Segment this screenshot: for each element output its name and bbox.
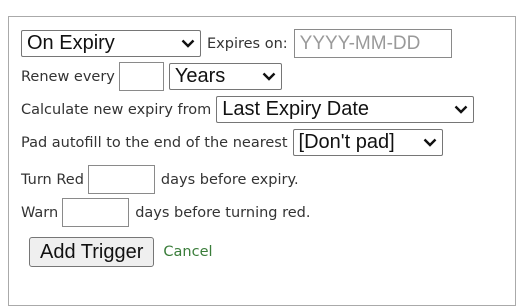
trigger-type-selected: On Expiry — [27, 32, 115, 54]
renew-unit-select[interactable]: Years — [168, 63, 282, 90]
trigger-type-row: On Expiry Expires on: YYYY-MM-DD — [21, 29, 452, 58]
cancel-link[interactable]: Cancel — [163, 244, 212, 260]
chevron-down-icon — [262, 72, 276, 81]
chevron-down-icon — [454, 105, 468, 114]
chevron-down-icon — [181, 39, 195, 48]
calculate-from-row: Calculate new expiry from Last Expiry Da… — [21, 96, 475, 123]
add-trigger-button[interactable]: Add Trigger — [29, 237, 155, 267]
warn-label: Warn — [21, 204, 59, 221]
add-trigger-panel: On Expiry Expires on: YYYY-MM-DD Renew e… — [8, 16, 516, 306]
trigger-type-select[interactable]: On Expiry — [21, 30, 201, 57]
turn-red-suffix: days before expiry. — [160, 171, 299, 188]
warn-suffix: days before turning red. — [135, 204, 311, 221]
renew-every-input[interactable] — [118, 62, 164, 91]
turn-red-input[interactable] — [87, 165, 155, 194]
pad-autofill-select[interactable]: [Don't pad] — [292, 129, 443, 156]
calculate-from-label: Calculate new expiry from — [21, 101, 212, 118]
warn-input[interactable] — [62, 198, 130, 227]
calculate-from-select[interactable]: Last Expiry Date — [216, 96, 475, 123]
pad-autofill-selected: [Don't pad] — [298, 131, 395, 153]
expires-on-input[interactable]: YYYY-MM-DD — [293, 29, 452, 58]
renew-unit-selected: Years — [174, 65, 226, 87]
pad-autofill-label: Pad autofill to the end of the nearest — [21, 134, 288, 151]
renew-every-label: Renew every — [21, 68, 115, 85]
turn-red-row: Turn Red days before expiry. — [21, 165, 299, 194]
warn-row: Warn days before turning red. — [21, 198, 311, 227]
chevron-down-icon — [423, 138, 436, 147]
pad-autofill-row: Pad autofill to the end of the nearest [… — [21, 129, 443, 156]
renew-row: Renew every Years — [21, 62, 282, 91]
calculate-from-selected: Last Expiry Date — [222, 98, 370, 120]
actions-row: Add Trigger Cancel — [29, 237, 213, 267]
expires-on-label: Expires on: — [207, 35, 288, 52]
expires-on-placeholder: YYYY-MM-DD — [299, 32, 421, 54]
turn-red-label: Turn Red — [21, 171, 84, 188]
